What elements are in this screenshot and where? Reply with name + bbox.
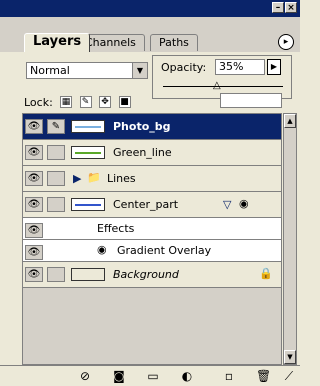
layer-thumbnail xyxy=(71,120,105,133)
close-button[interactable]: × xyxy=(285,2,297,13)
new-layer-icon[interactable]: ▫ xyxy=(222,369,236,383)
lock-label: Lock: xyxy=(24,96,53,109)
link-cell[interactable] xyxy=(47,197,65,212)
brush-icon[interactable]: ✎ xyxy=(47,119,65,134)
layer-name: Green_line xyxy=(113,146,172,159)
scrollbar[interactable]: ▲ ▼ xyxy=(283,113,297,365)
layer-thumbnail xyxy=(71,146,105,159)
eye-icon[interactable]: 👁 xyxy=(25,197,43,212)
blend-mode-select[interactable]: Normal ▼ xyxy=(26,62,148,79)
layer-row[interactable]: 👁 Background 🔒 xyxy=(23,262,281,288)
layer-list: 👁 ✎ Photo_bg 👁 Green_line 👁 ▶ 📁 Lines 👁 … xyxy=(22,113,282,365)
link-cell[interactable] xyxy=(47,171,65,186)
opacity-arrow-icon[interactable]: ▶ xyxy=(267,59,281,75)
lock-all-icon[interactable]: ■ xyxy=(118,96,131,108)
lock-paint-icon[interactable]: ✎ xyxy=(79,96,92,108)
effects-header-row[interactable]: 👁 Effects xyxy=(23,218,281,240)
eye-icon[interactable]: 👁 xyxy=(25,145,43,160)
layer-actions-bar: ⊘ ◙ ▭ ◐ ▫ 🗑 ⟋ xyxy=(0,365,300,386)
lock-transparency-icon[interactable]: ▦ xyxy=(60,96,72,108)
effect-label: Gradient Overlay xyxy=(117,244,212,257)
layer-row[interactable]: 👁 ▶ 📁 Lines xyxy=(23,166,281,192)
lock-move-icon[interactable]: ✥ xyxy=(99,96,111,108)
tab-bar: Channels Paths Layers ▸ xyxy=(0,17,300,53)
eye-icon[interactable]: 👁 xyxy=(25,119,43,134)
fill-input[interactable] xyxy=(220,93,282,108)
lock-icon: 🔒 xyxy=(259,267,273,280)
panel-titlebar: – × xyxy=(0,0,300,17)
link-cell[interactable] xyxy=(47,267,65,282)
layer-thumbnail xyxy=(71,198,105,211)
layer-name: Center_part xyxy=(113,198,179,211)
layer-name: Photo_bg xyxy=(113,120,171,133)
eye-icon[interactable]: 👁 xyxy=(25,223,43,238)
layer-row[interactable]: 👁 ✎ Photo_bg xyxy=(23,114,281,140)
layer-name: Lines xyxy=(107,172,136,185)
chevron-down-icon: ▼ xyxy=(132,63,147,78)
trash-icon[interactable]: 🗑 xyxy=(256,369,271,383)
opacity-label: Opacity: xyxy=(161,61,207,74)
adjustment-layer-icon[interactable]: ◐ xyxy=(180,369,194,383)
scroll-down-icon[interactable]: ▼ xyxy=(284,350,296,364)
effect-row[interactable]: 👁 ◉ Gradient Overlay xyxy=(23,240,281,262)
panel-menu-icon[interactable]: ▸ xyxy=(278,34,294,50)
lock-icons: ▦ ✎ ✥ ■ xyxy=(60,94,135,108)
tab-paths[interactable]: Paths xyxy=(150,34,198,51)
expand-arrow-icon[interactable]: ▶ xyxy=(73,172,81,185)
fx-icon: ◉ xyxy=(239,197,249,210)
eye-icon[interactable]: 👁 xyxy=(25,245,43,260)
folder-icon: 📁 xyxy=(87,171,101,184)
resize-grip-icon[interactable]: ⟋ xyxy=(282,369,296,383)
add-style-icon[interactable]: ⊘ xyxy=(78,369,92,383)
eye-icon[interactable]: 👁 xyxy=(25,267,43,282)
opacity-slider-track[interactable] xyxy=(163,86,283,87)
tab-layers[interactable]: Layers xyxy=(24,33,91,52)
layer-row[interactable]: 👁 Green_line xyxy=(23,140,281,166)
opacity-slider-thumb[interactable]: △ xyxy=(213,80,221,91)
eye-icon[interactable]: 👁 xyxy=(25,171,43,186)
collapse-effects-icon[interactable]: ▽ xyxy=(223,198,231,211)
layer-name: Background xyxy=(113,268,179,281)
new-group-icon[interactable]: ▭ xyxy=(146,369,160,383)
minimize-button[interactable]: – xyxy=(272,2,284,13)
effects-header: Effects xyxy=(97,222,135,235)
fx-icon: ◉ xyxy=(97,243,107,256)
scroll-up-icon[interactable]: ▲ xyxy=(284,114,296,128)
layer-row[interactable]: 👁 Center_part ▽ ◉ xyxy=(23,192,281,218)
add-mask-icon[interactable]: ◙ xyxy=(112,369,126,383)
link-cell[interactable] xyxy=(47,145,65,160)
layer-thumbnail xyxy=(71,268,105,281)
blend-mode-value: Normal xyxy=(30,64,70,77)
opacity-input[interactable]: 35% xyxy=(215,59,265,75)
